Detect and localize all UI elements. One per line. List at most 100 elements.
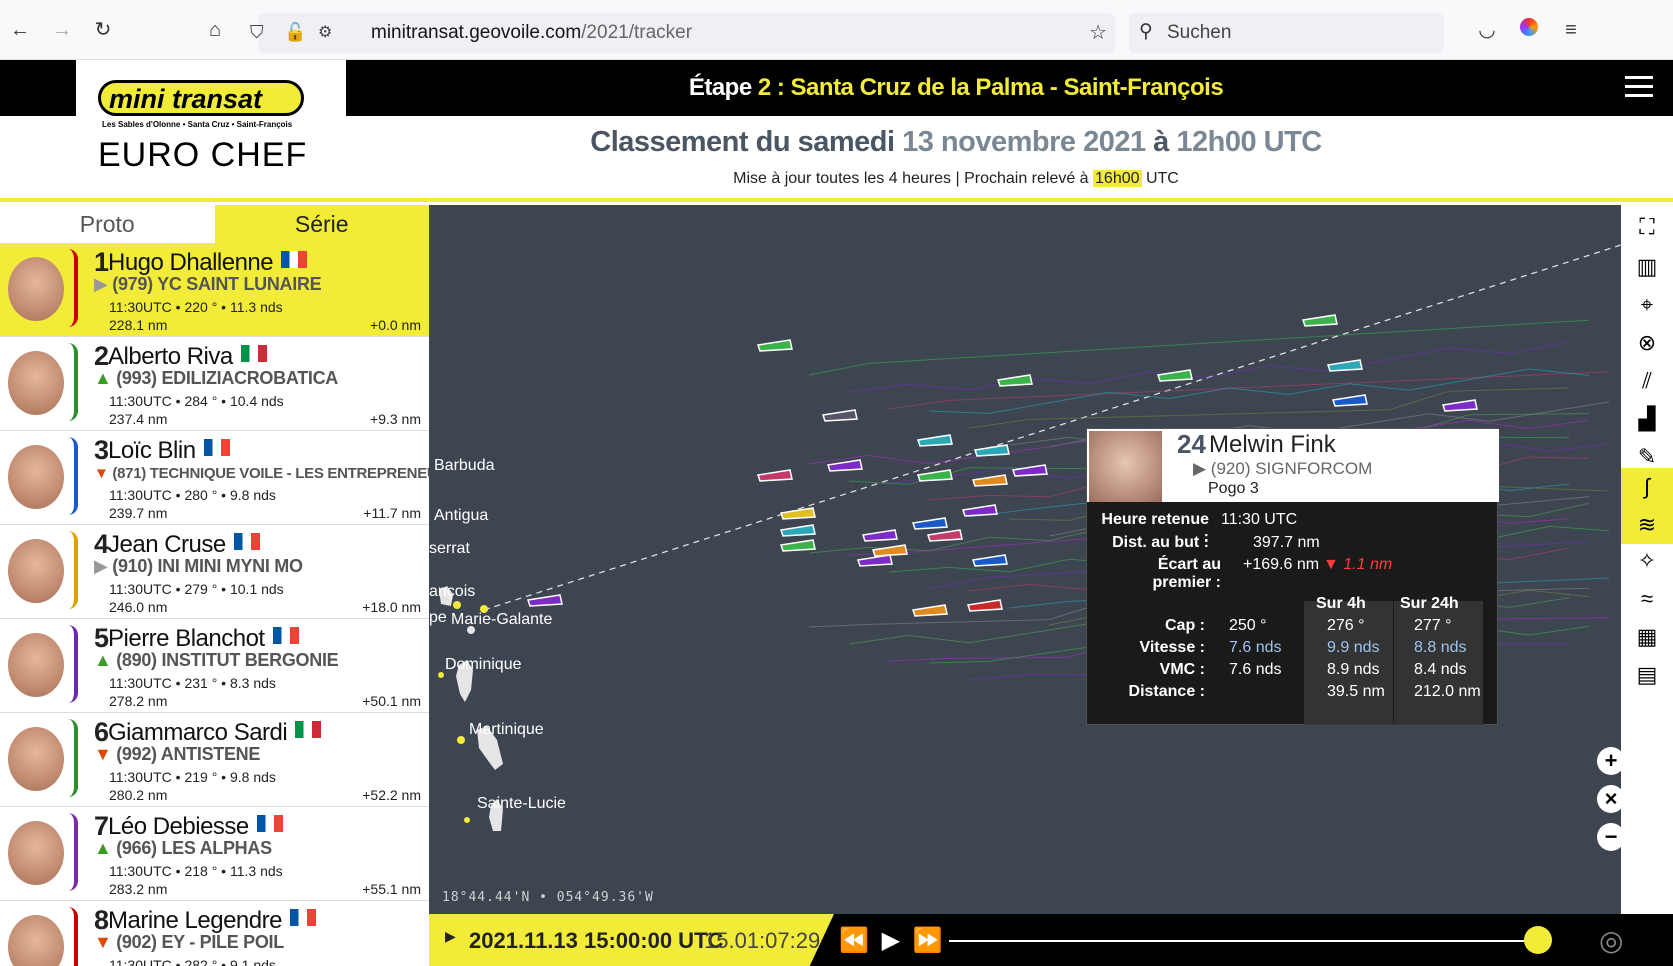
app-menu-icon[interactable]: ≡ <box>1559 18 1583 42</box>
timeline-knob[interactable] <box>1524 926 1552 954</box>
boat-marker[interactable] <box>827 459 863 472</box>
boat-marker[interactable] <box>912 604 948 617</box>
tab-proto[interactable]: Proto <box>0 205 215 243</box>
account-icon[interactable] <box>1517 18 1541 42</box>
skipper-photo <box>0 343 78 421</box>
zoom-fit-icon[interactable]: ⊗ <box>1633 329 1661 357</box>
ranking-entry[interactable]: 1 Hugo Dhallenne ▶ (979) YC SAINT LUNAIR… <box>0 243 429 337</box>
play-icon[interactable]: ▶ <box>882 927 900 954</box>
zoom-out-button[interactable]: − <box>1597 823 1625 851</box>
ranking-entry[interactable]: 8 Marine Legendre ▼ (902) EY - PILE POIL… <box>0 901 429 966</box>
timeline-arrow-icon[interactable]: ▶ <box>445 928 456 945</box>
label-saint-francois: ançois <box>429 583 476 600</box>
stat-24h: 277 ° <box>1414 617 1452 634</box>
col-24h-title: Sur 24h <box>1400 595 1459 612</box>
map-layers-icon[interactable]: ▥ <box>1633 253 1661 281</box>
popup-header: 24 Melwin Fink ▶ (920) SIGNFORCOM Pogo 3 <box>1087 429 1499 502</box>
grid-icon[interactable]: ▦ <box>1633 623 1661 651</box>
tab-serie[interactable]: Série <box>214 205 429 243</box>
boat-marker[interactable] <box>757 339 793 352</box>
ranking-entry[interactable]: 7 Léo Debiesse ▲ (966) LES ALPHAS 11:30U… <box>0 807 429 901</box>
zoom-in-button[interactable]: + <box>1597 747 1625 775</box>
boat-marker[interactable] <box>972 474 1008 487</box>
url-bar[interactable]: ⛉ 🔓 ⚙ minitransat.geovoile.com/2021/trac… <box>250 13 1115 53</box>
boat-marker[interactable] <box>1442 399 1478 412</box>
boat-marker[interactable] <box>780 507 816 520</box>
pocket-icon[interactable]: ◡ <box>1475 18 1499 42</box>
boat-marker[interactable] <box>917 434 953 447</box>
boat-marker[interactable] <box>1327 359 1363 372</box>
boat-marker[interactable] <box>972 554 1008 567</box>
boat-marker[interactable] <box>967 599 1003 612</box>
boat-marker[interactable] <box>974 444 1010 457</box>
skipper-photo <box>0 531 78 609</box>
boat-marker[interactable] <box>862 529 898 542</box>
reload-icon[interactable]: ↻ <box>91 18 115 42</box>
compass-icon[interactable]: ✧ <box>1633 547 1661 575</box>
insecure-lock-icon[interactable]: 🔓 <box>284 22 306 43</box>
boat-team: ▼ (871) TECHNIQUE VOILE - LES ENTREPRENE… <box>94 465 429 482</box>
country-flag-icon <box>203 439 230 456</box>
ranking-chart-icon[interactable]: ▟ <box>1633 405 1661 433</box>
timeline-slider[interactable] <box>949 940 1539 942</box>
label-marie-galante: Marie-Galante <box>451 611 553 628</box>
boat-marker[interactable] <box>780 524 816 537</box>
boat-marker[interactable] <box>1012 464 1048 477</box>
boat-marker[interactable] <box>962 504 998 517</box>
route-line-icon[interactable]: ∫ <box>1621 468 1673 506</box>
weather-icon[interactable]: ≋ <box>1621 506 1673 544</box>
boat-marker[interactable] <box>1157 369 1193 382</box>
skipper-name: Léo Debiesse <box>108 813 283 841</box>
popup-team: ▶ (920) SIGNFORCOM <box>1193 459 1373 478</box>
boat-marker[interactable] <box>927 529 963 542</box>
stat-24h: 212.0 nm <box>1414 683 1481 700</box>
heure-value: 11:30 UTC <box>1221 511 1298 528</box>
ranking-entry[interactable]: 3 Loïc Blin ▼ (871) TECHNIQUE VOILE - LE… <box>0 431 429 525</box>
geovoile-logo-icon[interactable]: ◎ <box>1599 924 1623 957</box>
fullscreen-icon[interactable]: ⛶ <box>1633 213 1661 241</box>
skipper-photo <box>0 719 78 797</box>
forward-icon[interactable]: → <box>50 18 74 42</box>
search-bar[interactable]: ⚲ Suchen <box>1129 13 1444 53</box>
trend-icon: ▲ <box>94 838 112 858</box>
position-info: 11:30UTC • 284 ° • 10.4 nds <box>109 393 284 409</box>
playback-controls: ⏪ ▶ ⏩ <box>839 926 943 955</box>
ranking-entry[interactable]: 6 Giammarco Sardi ▼ (992) ANTISTENE 11:3… <box>0 713 429 807</box>
boat-marker[interactable] <box>1302 314 1338 327</box>
stat-label: VMC : <box>1159 661 1205 678</box>
boat-marker[interactable] <box>527 594 563 607</box>
boat-marker[interactable] <box>857 554 893 567</box>
home-icon[interactable]: ⌂ <box>203 18 227 42</box>
permissions-icon[interactable]: ⚙ <box>318 22 332 42</box>
boat-team: ▶ (910) INI MINI MYNI MO <box>94 556 303 576</box>
boat-marker[interactable] <box>912 517 948 530</box>
country-flag-icon <box>289 909 316 926</box>
zoom-reset-button[interactable]: × <box>1597 785 1625 813</box>
center-target-icon[interactable]: ⌖ <box>1633 291 1661 319</box>
site-header: Étape 2 : Santa Cruz de la Palma - Saint… <box>0 60 1673 202</box>
boat-marker[interactable] <box>997 374 1033 387</box>
minitransat-eurochef-logo[interactable]: mini transat Les Sables d'Olonne • Santa… <box>76 60 346 198</box>
stat-now: 7.6 nds <box>1229 661 1282 678</box>
wind-icon[interactable]: ≈ <box>1633 585 1661 613</box>
boat-marker[interactable] <box>757 469 793 482</box>
edit-pen-icon[interactable]: ✎ <box>1633 443 1661 471</box>
ruler-icon[interactable]: ▤ <box>1633 661 1661 689</box>
tracks-icon[interactable]: ⫽ <box>1633 367 1661 395</box>
bookmark-star-icon[interactable]: ☆ <box>1089 20 1107 45</box>
back-icon[interactable]: ← <box>8 18 32 42</box>
forward-icon[interactable]: ⏩ <box>913 927 943 954</box>
trend-icon: ▲ <box>94 368 112 388</box>
shield-icon[interactable]: ⛉ <box>250 22 264 43</box>
ranking-entry[interactable]: 5 Pierre Blanchot ▲ (890) INSTITUT BERGO… <box>0 619 429 713</box>
ranking-entry[interactable]: 4 Jean Cruse ▶ (910) INI MINI MYNI MO 11… <box>0 525 429 619</box>
ranking-title: Classement du samedi 13 novembre 2021 à … <box>590 126 1322 158</box>
search-icon: ⚲ <box>1139 21 1153 42</box>
boat-marker[interactable] <box>1332 394 1368 407</box>
boat-marker[interactable] <box>780 539 816 552</box>
hamburger-menu-icon[interactable] <box>1625 76 1653 98</box>
ranking-entry[interactable]: 2 Alberto Riva ▲ (993) EDILIZIACROBATICA… <box>0 337 429 431</box>
boat-marker[interactable] <box>917 469 953 482</box>
rewind-icon[interactable]: ⏪ <box>839 927 869 954</box>
boat-marker[interactable] <box>822 409 858 422</box>
